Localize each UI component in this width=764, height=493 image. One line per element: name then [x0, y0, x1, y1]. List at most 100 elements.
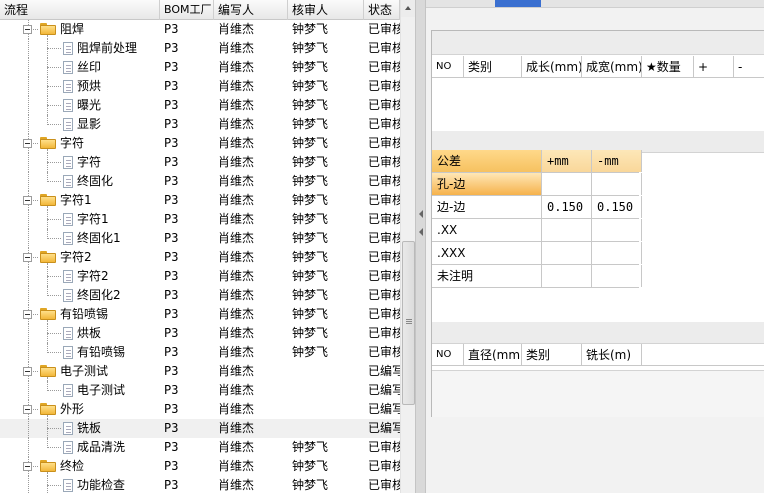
pane-splitter[interactable] [415, 0, 426, 493]
collapse-left-icon[interactable] [419, 210, 423, 218]
reviewer-cell: 钟梦飞 [292, 231, 329, 245]
tree-node-label[interactable]: 终固化 [77, 172, 113, 191]
tree-node-label[interactable]: 功能检查 [77, 476, 125, 493]
table-row[interactable]: 有铅喷锡 P3 肖维杰 钟梦飞 已审核 [0, 343, 402, 362]
tree-node-label[interactable]: 有铅喷锡 [77, 343, 125, 362]
table-row[interactable]: 字符 P3 肖维杰 钟梦飞 已审核 [0, 134, 402, 153]
tolerance-plus-cell[interactable] [542, 219, 592, 241]
tree-node-label[interactable]: 成品清洗 [77, 438, 125, 457]
tree-node-label[interactable]: 显影 [77, 115, 101, 134]
col-status[interactable]: 状态 [364, 0, 400, 20]
tree-node-label[interactable]: 字符1 [77, 210, 109, 229]
tolerance-plus-cell[interactable] [542, 173, 592, 195]
tolerance-plus-cell[interactable] [542, 265, 592, 287]
tolerance-row[interactable]: .XXX [432, 242, 642, 265]
tolerance-minus-cell[interactable] [592, 173, 642, 195]
tolerance-row[interactable]: 边-边 0.150 0.150 [432, 196, 642, 219]
table-row[interactable]: 电子测试 P3 肖维杰 已编写 [0, 362, 402, 381]
tree-node-label[interactable]: 字符1 [60, 191, 92, 210]
tree-node-label[interactable]: 丝印 [77, 58, 101, 77]
th-width[interactable]: 成宽(mm) [582, 56, 642, 78]
th-diameter[interactable]: 直径(mm) [464, 344, 522, 366]
col-bom-factory[interactable]: BOM工厂 [160, 0, 214, 20]
tree-node-label[interactable]: 烘板 [77, 324, 101, 343]
tree-node-label[interactable]: 终固化2 [77, 286, 121, 305]
scroll-up-icon[interactable] [401, 0, 415, 17]
table-row[interactable]: 字符2 P3 肖维杰 钟梦飞 已审核 [0, 248, 402, 267]
collapse-left-icon-2[interactable] [419, 228, 423, 236]
tree-node-label[interactable]: 有铅喷锡 [60, 305, 108, 324]
th-category[interactable]: 类别 [464, 56, 522, 78]
table-row[interactable]: 铣板 P3 肖维杰 已编写 [0, 419, 402, 438]
table-row[interactable]: 字符1 P3 肖维杰 钟梦飞 已审核 [0, 191, 402, 210]
tree-node-label[interactable]: 铣板 [77, 419, 101, 438]
collapse-toggle-icon[interactable] [23, 462, 32, 471]
collapse-toggle-icon[interactable] [23, 196, 32, 205]
th-no[interactable]: NO [432, 56, 464, 78]
table-row[interactable]: 终固化 P3 肖维杰 钟梦飞 已审核 [0, 172, 402, 191]
tolerance-row[interactable]: 孔-边 [432, 173, 642, 196]
th-plus[interactable]: + [694, 56, 734, 78]
collapse-toggle-icon[interactable] [23, 310, 32, 319]
table-row[interactable]: 阻焊前处理 P3 肖维杰 钟梦飞 已审核 [0, 39, 402, 58]
table-row[interactable]: 字符2 P3 肖维杰 钟梦飞 已审核 [0, 267, 402, 286]
tree-node-label[interactable]: 电子测试 [60, 362, 108, 381]
col-reviewer[interactable]: 核审人 [288, 0, 364, 20]
col-writer[interactable]: 编写人 [214, 0, 288, 20]
table-row[interactable]: 显影 P3 肖维杰 钟梦飞 已审核 [0, 115, 402, 134]
tree-node-label[interactable]: 阻焊前处理 [77, 39, 137, 58]
table-row[interactable]: 终固化1 P3 肖维杰 钟梦飞 已审核 [0, 229, 402, 248]
tree-node-label[interactable]: 字符2 [60, 248, 92, 267]
th-minus[interactable]: - [734, 56, 764, 78]
th-length[interactable]: 成长(mm) [522, 56, 582, 78]
active-tab[interactable] [495, 0, 541, 7]
tree-node-label[interactable]: 字符2 [77, 267, 109, 286]
tree-node-label[interactable]: 终检 [60, 457, 84, 476]
tree-node-label[interactable]: 外形 [60, 400, 84, 419]
tree-node-label[interactable]: 字符 [77, 153, 101, 172]
tree-node-label[interactable]: 终固化1 [77, 229, 121, 248]
col-process[interactable]: 流程 [0, 0, 160, 20]
table-row[interactable]: 成品清洗 P3 肖维杰 钟梦飞 已审核 [0, 438, 402, 457]
table-row[interactable]: 曝光 P3 肖维杰 钟梦飞 已审核 [0, 96, 402, 115]
table-row[interactable]: 字符 P3 肖维杰 钟梦飞 已审核 [0, 153, 402, 172]
tree-node-label[interactable]: 预烘 [77, 77, 101, 96]
table-row[interactable]: 功能检查 P3 肖维杰 钟梦飞 已审核 [0, 476, 402, 493]
collapse-toggle-icon[interactable] [23, 139, 32, 148]
table-row[interactable]: 字符1 P3 肖维杰 钟梦飞 已审核 [0, 210, 402, 229]
tolerance-minus-cell[interactable] [592, 242, 642, 264]
tree-node-label[interactable]: 字符 [60, 134, 84, 153]
table-row[interactable]: 电子测试 P3 肖维杰 已编写 [0, 381, 402, 400]
tolerance-minus-cell[interactable] [592, 265, 642, 287]
table-row[interactable]: 预烘 P3 肖维杰 钟梦飞 已审核 [0, 77, 402, 96]
collapse-toggle-icon[interactable] [23, 405, 32, 414]
tolerance-plus-cell[interactable] [542, 242, 592, 264]
tolerance-row[interactable]: .XX [432, 219, 642, 242]
th-mill-category[interactable]: 类别 [522, 344, 582, 366]
tree-node-label[interactable]: 电子测试 [77, 381, 125, 400]
table-row[interactable]: 终固化2 P3 肖维杰 钟梦飞 已审核 [0, 286, 402, 305]
tolerance-plus-cell[interactable]: 0.150 [542, 196, 592, 218]
vertical-scrollbar[interactable] [400, 0, 415, 493]
th-mill-length[interactable]: 铣长(m) [582, 344, 642, 366]
collapse-toggle-icon[interactable] [23, 25, 32, 34]
th-mill-no[interactable]: NO [432, 344, 464, 366]
tolerance-minus-cell[interactable]: 0.150 [592, 196, 642, 218]
reviewer-cell: 钟梦飞 [292, 250, 329, 264]
scrollbar-thumb[interactable] [402, 241, 415, 405]
table-row[interactable]: 阻焊 P3 肖维杰 钟梦飞 已审核 [0, 20, 402, 39]
tolerance-row[interactable]: 未注明 [432, 265, 642, 288]
tolerance-minus-cell[interactable] [592, 219, 642, 241]
table-row[interactable]: 丝印 P3 肖维杰 钟梦飞 已审核 [0, 58, 402, 77]
table-row[interactable]: 外形 P3 肖维杰 已编写 [0, 400, 402, 419]
tree-node-label[interactable]: 曝光 [77, 96, 101, 115]
collapse-toggle-icon[interactable] [23, 253, 32, 262]
table-row[interactable]: 终检 P3 肖维杰 钟梦飞 已审核 [0, 457, 402, 476]
tree-node-label[interactable]: 阻焊 [60, 20, 84, 39]
table-row[interactable]: 有铅喷锡 P3 肖维杰 钟梦飞 已审核 [0, 305, 402, 324]
bom-cell: P3 [164, 117, 179, 131]
collapse-toggle-icon[interactable] [23, 367, 32, 376]
document-icon [63, 270, 73, 283]
th-quantity[interactable]: ★数量 [642, 56, 694, 78]
table-row[interactable]: 烘板 P3 肖维杰 钟梦飞 已审核 [0, 324, 402, 343]
